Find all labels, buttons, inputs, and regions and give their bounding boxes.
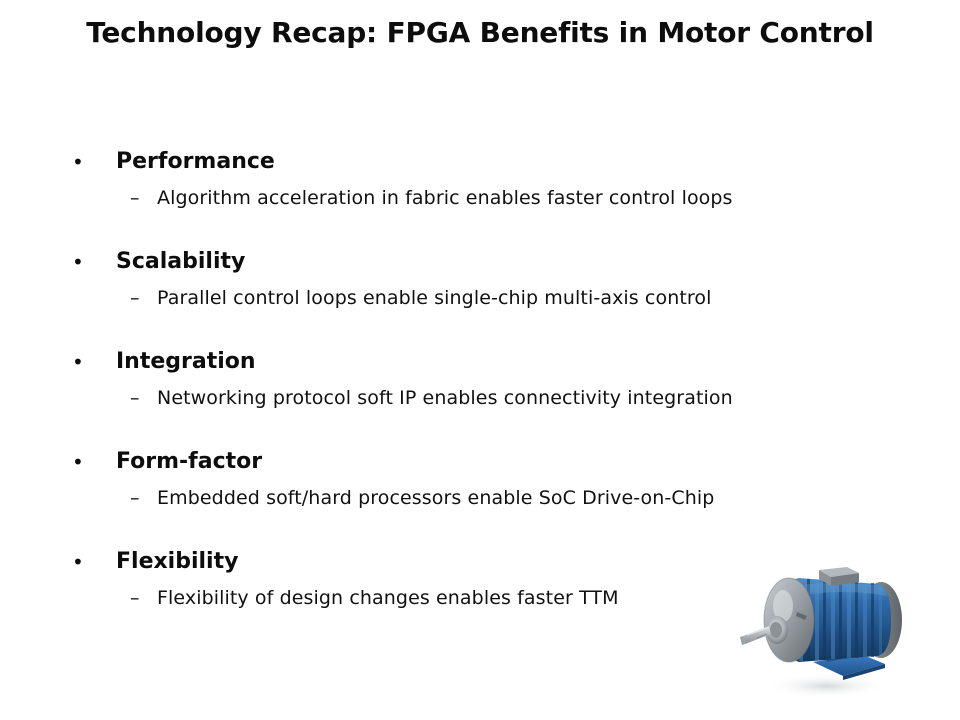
- bullet-group-form-factor: • Form-factor – Embedded soft/hard proce…: [72, 448, 862, 548]
- bullet-row: • Integration: [72, 348, 862, 378]
- sub-bullet-row: – Embedded soft/hard processors enable S…: [72, 485, 862, 513]
- sub-bullet-dash-icon: –: [130, 387, 140, 409]
- bullet-marker-icon: •: [72, 550, 84, 574]
- bullet-title: Form-factor: [116, 449, 263, 474]
- bullet-title: Integration: [116, 349, 256, 374]
- sub-bullet-row: – Parallel control loops enable single-c…: [72, 285, 862, 313]
- bullet-marker-icon: •: [72, 250, 84, 274]
- sub-bullet-text: Algorithm acceleration in fabric enables…: [157, 187, 733, 209]
- sub-bullet-dash-icon: –: [130, 487, 140, 509]
- bullet-group-performance: • Performance – Algorithm acceleration i…: [72, 148, 862, 248]
- electric-motor-icon: [740, 567, 902, 698]
- bullet-marker-icon: •: [72, 350, 84, 374]
- sub-bullet-row: – Algorithm acceleration in fabric enabl…: [72, 185, 862, 213]
- sub-bullet-text: Networking protocol soft IP enables conn…: [157, 387, 733, 409]
- electric-motor-image: [735, 558, 925, 708]
- bullet-marker-icon: •: [72, 150, 84, 174]
- slide: Technology Recap: FPGA Benefits in Motor…: [0, 0, 960, 720]
- sub-bullet-text: Flexibility of design changes enables fa…: [157, 587, 619, 609]
- motor-shaft-hub-inner: [770, 622, 782, 638]
- bullet-title: Scalability: [116, 249, 246, 274]
- bullet-row: • Form-factor: [72, 448, 862, 478]
- sub-bullet-dash-icon: –: [130, 287, 140, 309]
- bullet-title: Performance: [116, 149, 275, 174]
- sub-bullet-dash-icon: –: [130, 587, 140, 609]
- bullet-group-integration: • Integration – Networking protocol soft…: [72, 348, 862, 448]
- bullet-row: • Performance: [72, 148, 862, 178]
- sub-bullet-row: – Networking protocol soft IP enables co…: [72, 385, 862, 413]
- motor-shadow: [765, 674, 889, 698]
- page-title: Technology Recap: FPGA Benefits in Motor…: [86, 16, 874, 49]
- sub-bullet-text: Parallel control loops enable single-chi…: [157, 287, 712, 309]
- bullet-group-scalability: • Scalability – Parallel control loops e…: [72, 248, 862, 348]
- sub-bullet-dash-icon: –: [130, 187, 140, 209]
- bullet-marker-icon: •: [72, 450, 84, 474]
- bullet-title: Flexibility: [116, 549, 239, 574]
- bullet-row: • Scalability: [72, 248, 862, 278]
- sub-bullet-text: Embedded soft/hard processors enable SoC…: [157, 487, 715, 509]
